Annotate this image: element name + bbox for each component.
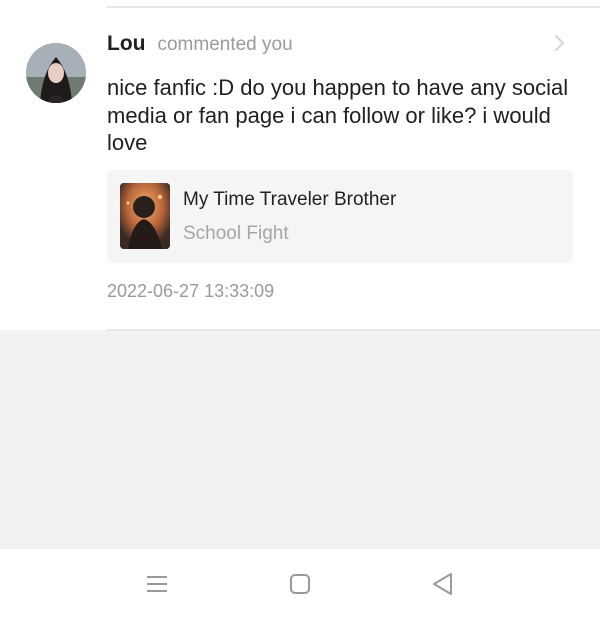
timestamp: 2022-06-27 13:33:09 — [107, 281, 275, 301]
work-subtitle: School Fight — [183, 223, 289, 244]
home-square-icon[interactable] — [285, 569, 315, 599]
chevron-right-icon[interactable] — [549, 33, 569, 53]
notification-card[interactable]: Lou commented you nice fanfic :D do you … — [0, 0, 600, 331]
bottom-divider — [107, 329, 600, 331]
action-text: commented you — [157, 34, 293, 55]
work-title: My Time Traveler Brother — [183, 189, 397, 210]
notification-header: Lou commented you — [107, 32, 293, 58]
avatar[interactable] — [26, 43, 86, 103]
avatar-image — [26, 43, 86, 103]
top-divider — [107, 6, 600, 8]
username[interactable]: Lou — [107, 32, 145, 56]
back-triangle-icon[interactable] — [428, 569, 458, 599]
comment-text: nice fanfic :D do you happen to have any… — [107, 75, 569, 155]
menu-icon[interactable] — [142, 569, 172, 599]
work-cover — [120, 183, 170, 249]
work-card[interactable]: My Time Traveler Brother School Fight — [107, 170, 573, 263]
system-navigation-bar — [0, 549, 600, 623]
